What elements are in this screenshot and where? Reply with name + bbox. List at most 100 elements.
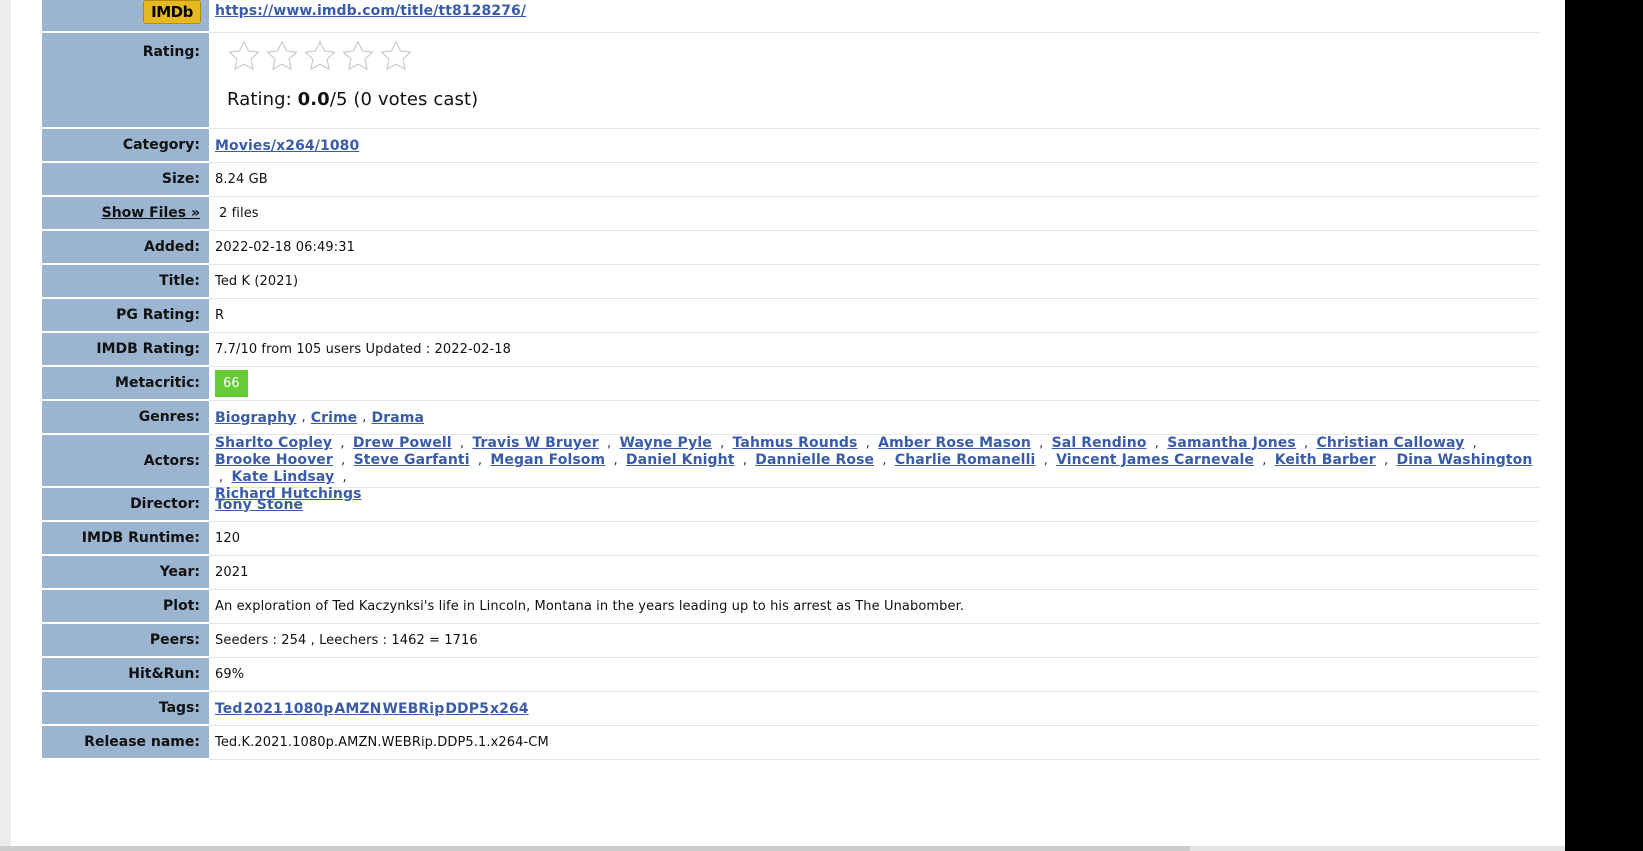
actor-link[interactable]: Steve Garfanti (354, 452, 470, 468)
actors-label: Actors: (42, 435, 209, 488)
release-name-label: Release name: (42, 726, 209, 760)
actor-link[interactable]: Brooke Hoover (215, 452, 333, 468)
rating-widget: Rating: 0.0/5 (0 votes cast) (215, 33, 1533, 110)
director-label: Director: (42, 488, 209, 522)
rating-score: 0.0 (297, 89, 330, 110)
tags-list: Ted 2021 1080p AMZN WEBRip DDP5 x264 (209, 692, 1539, 725)
plot-value: An exploration of Ted Kaczynksi's life i… (215, 599, 965, 614)
genre-link[interactable]: Biography (215, 410, 296, 426)
runtime-value: 120 (215, 531, 241, 546)
director-value-cell: Tony Stone (209, 488, 1539, 521)
director-link[interactable]: Tony Stone (215, 497, 303, 513)
director-row: Director: Tony Stone (42, 488, 1539, 522)
actor-separator: , (477, 453, 483, 468)
hitrun-label: Hit&Run: (42, 658, 209, 692)
pg-rating-value: R (215, 308, 225, 323)
actor-link[interactable]: Christian Calloway (1317, 435, 1465, 451)
plot-row: Plot: An exploration of Ted Kaczynksi's … (42, 590, 1539, 624)
actor-link[interactable]: Kate Lindsay (231, 469, 334, 485)
imdb-value-cell: https://www.imdb.com/title/tt8128276/ (209, 0, 1539, 32)
actor-link[interactable]: Megan Folsom (490, 452, 605, 468)
genre-link[interactable]: Crime (311, 410, 358, 426)
tag-link[interactable]: 2021 (244, 701, 283, 717)
rating-suffix: /5 (0 votes cast) (329, 89, 479, 110)
tag-link[interactable]: WEBRip (382, 701, 444, 717)
left-page-margin (0, 0, 11, 851)
title-value: Ted K (2021) (215, 274, 299, 289)
files-row: Show Files » 2 files (42, 197, 1539, 231)
actor-separator: , (1043, 453, 1048, 468)
tag-link[interactable]: AMZN (334, 701, 381, 717)
actor-separator: , (720, 436, 725, 451)
actor-link[interactable]: Wayne Pyle (619, 435, 711, 451)
rating-prefix: Rating: (227, 89, 298, 110)
actor-separator: , (459, 436, 465, 451)
actor-separator: , (1262, 453, 1267, 468)
imdb-logo[interactable]: IMDb (143, 0, 201, 24)
rating-star-icon[interactable] (341, 39, 375, 73)
added-value: 2022-02-18 06:49:31 (215, 240, 355, 255)
rating-star-icon[interactable] (265, 39, 299, 73)
imdb-rating-value: 7.7/10 from 105 users Updated : 2022-02-… (215, 342, 512, 357)
rating-row: Rating: Rating: 0.0/5 (0 votes cast) (42, 33, 1539, 129)
rating-star-icon[interactable] (227, 39, 261, 73)
actor-link[interactable]: Tahmus Rounds (733, 435, 858, 451)
tag-link[interactable]: Ted (215, 701, 243, 717)
added-label: Added: (42, 231, 209, 265)
category-link[interactable]: Movies/x264/1080 (215, 138, 359, 154)
actor-link[interactable]: Drew Powell (353, 435, 452, 451)
imdb-row: IMDb https://www.imdb.com/title/tt812827… (42, 0, 1539, 33)
title-row: Title: Ted K (2021) (42, 265, 1539, 299)
tag-link[interactable]: 1080p (284, 701, 334, 717)
actor-link[interactable]: Daniel Knight (626, 452, 735, 468)
actor-separator: , (219, 470, 224, 485)
actor-link[interactable]: Keith Barber (1275, 452, 1376, 468)
actor-separator: , (342, 470, 347, 485)
actor-link[interactable]: Sal Rendino (1052, 435, 1147, 451)
tags-row: Tags: Ted 2021 1080p AMZN WEBRip DDP5 x2… (42, 692, 1539, 726)
title-label: Title: (42, 265, 209, 299)
actor-link[interactable]: Vincent James Carnevale (1056, 452, 1254, 468)
rating-star-icon[interactable] (303, 39, 337, 73)
metacritic-score-badge: 66 (215, 370, 248, 397)
hitrun-row: Hit&Run: 69% (42, 658, 1539, 692)
imdb-rating-label: IMDB Rating: (42, 333, 209, 367)
actors-line: Brooke Hoover , Steve Garfanti , Megan F… (215, 452, 1533, 486)
plot-label: Plot: (42, 590, 209, 624)
category-value-cell: Movies/x264/1080 (209, 129, 1539, 162)
rating-value-cell: Rating: 0.0/5 (0 votes cast) (209, 33, 1539, 128)
rating-stars (227, 39, 1521, 73)
show-files-link[interactable]: Show Files » (102, 205, 200, 221)
actor-link[interactable]: Travis W Bruyer (472, 435, 598, 451)
genre-link[interactable]: Drama (372, 410, 425, 426)
torrent-details-table: IMDb https://www.imdb.com/title/tt812827… (42, 0, 1539, 760)
horizontal-scrollbar-thumb[interactable] (0, 846, 1190, 851)
peers-value: Seeders : 254 , Leechers : 1462 = 1716 (215, 633, 478, 648)
release-name-row: Release name: Ted.K.2021.1080p.AMZN.WEBR… (42, 726, 1539, 760)
year-row: Year: 2021 (42, 556, 1539, 590)
genre-separator: , (362, 410, 367, 425)
tag-link[interactable]: x264 (490, 701, 529, 717)
size-row: Size: 8.24 GB (42, 163, 1539, 197)
imdb-link[interactable]: https://www.imdb.com/title/tt8128276/ (215, 3, 526, 19)
actors-list: Sharlto Copley , Drew Powell , Travis W … (209, 435, 1539, 502)
tags-label: Tags: (42, 692, 209, 726)
actor-link[interactable]: Charlie Romanelli (895, 452, 1036, 468)
metacritic-label: Metacritic: (42, 367, 209, 401)
tag-link[interactable]: DDP5 (445, 701, 489, 717)
actor-separator: , (340, 436, 345, 451)
added-row: Added: 2022-02-18 06:49:31 (42, 231, 1539, 265)
genres-list: Biography , Crime , Drama (209, 401, 1539, 434)
actor-link[interactable]: Dannielle Rose (755, 452, 874, 468)
actor-link[interactable]: Amber Rose Mason (878, 435, 1031, 451)
runtime-label: IMDB Runtime: (42, 522, 209, 556)
category-row: Category: Movies/x264/1080 (42, 129, 1539, 163)
actor-link[interactable]: Dina Washington (1396, 452, 1532, 468)
rating-star-icon[interactable] (379, 39, 413, 73)
horizontal-scrollbar[interactable] (0, 846, 1565, 851)
peers-label: Peers: (42, 624, 209, 658)
actor-link[interactable]: Samantha Jones (1167, 435, 1296, 451)
actor-separator: , (1384, 453, 1389, 468)
year-value: 2021 (215, 565, 249, 580)
actor-link[interactable]: Sharlto Copley (215, 435, 332, 451)
